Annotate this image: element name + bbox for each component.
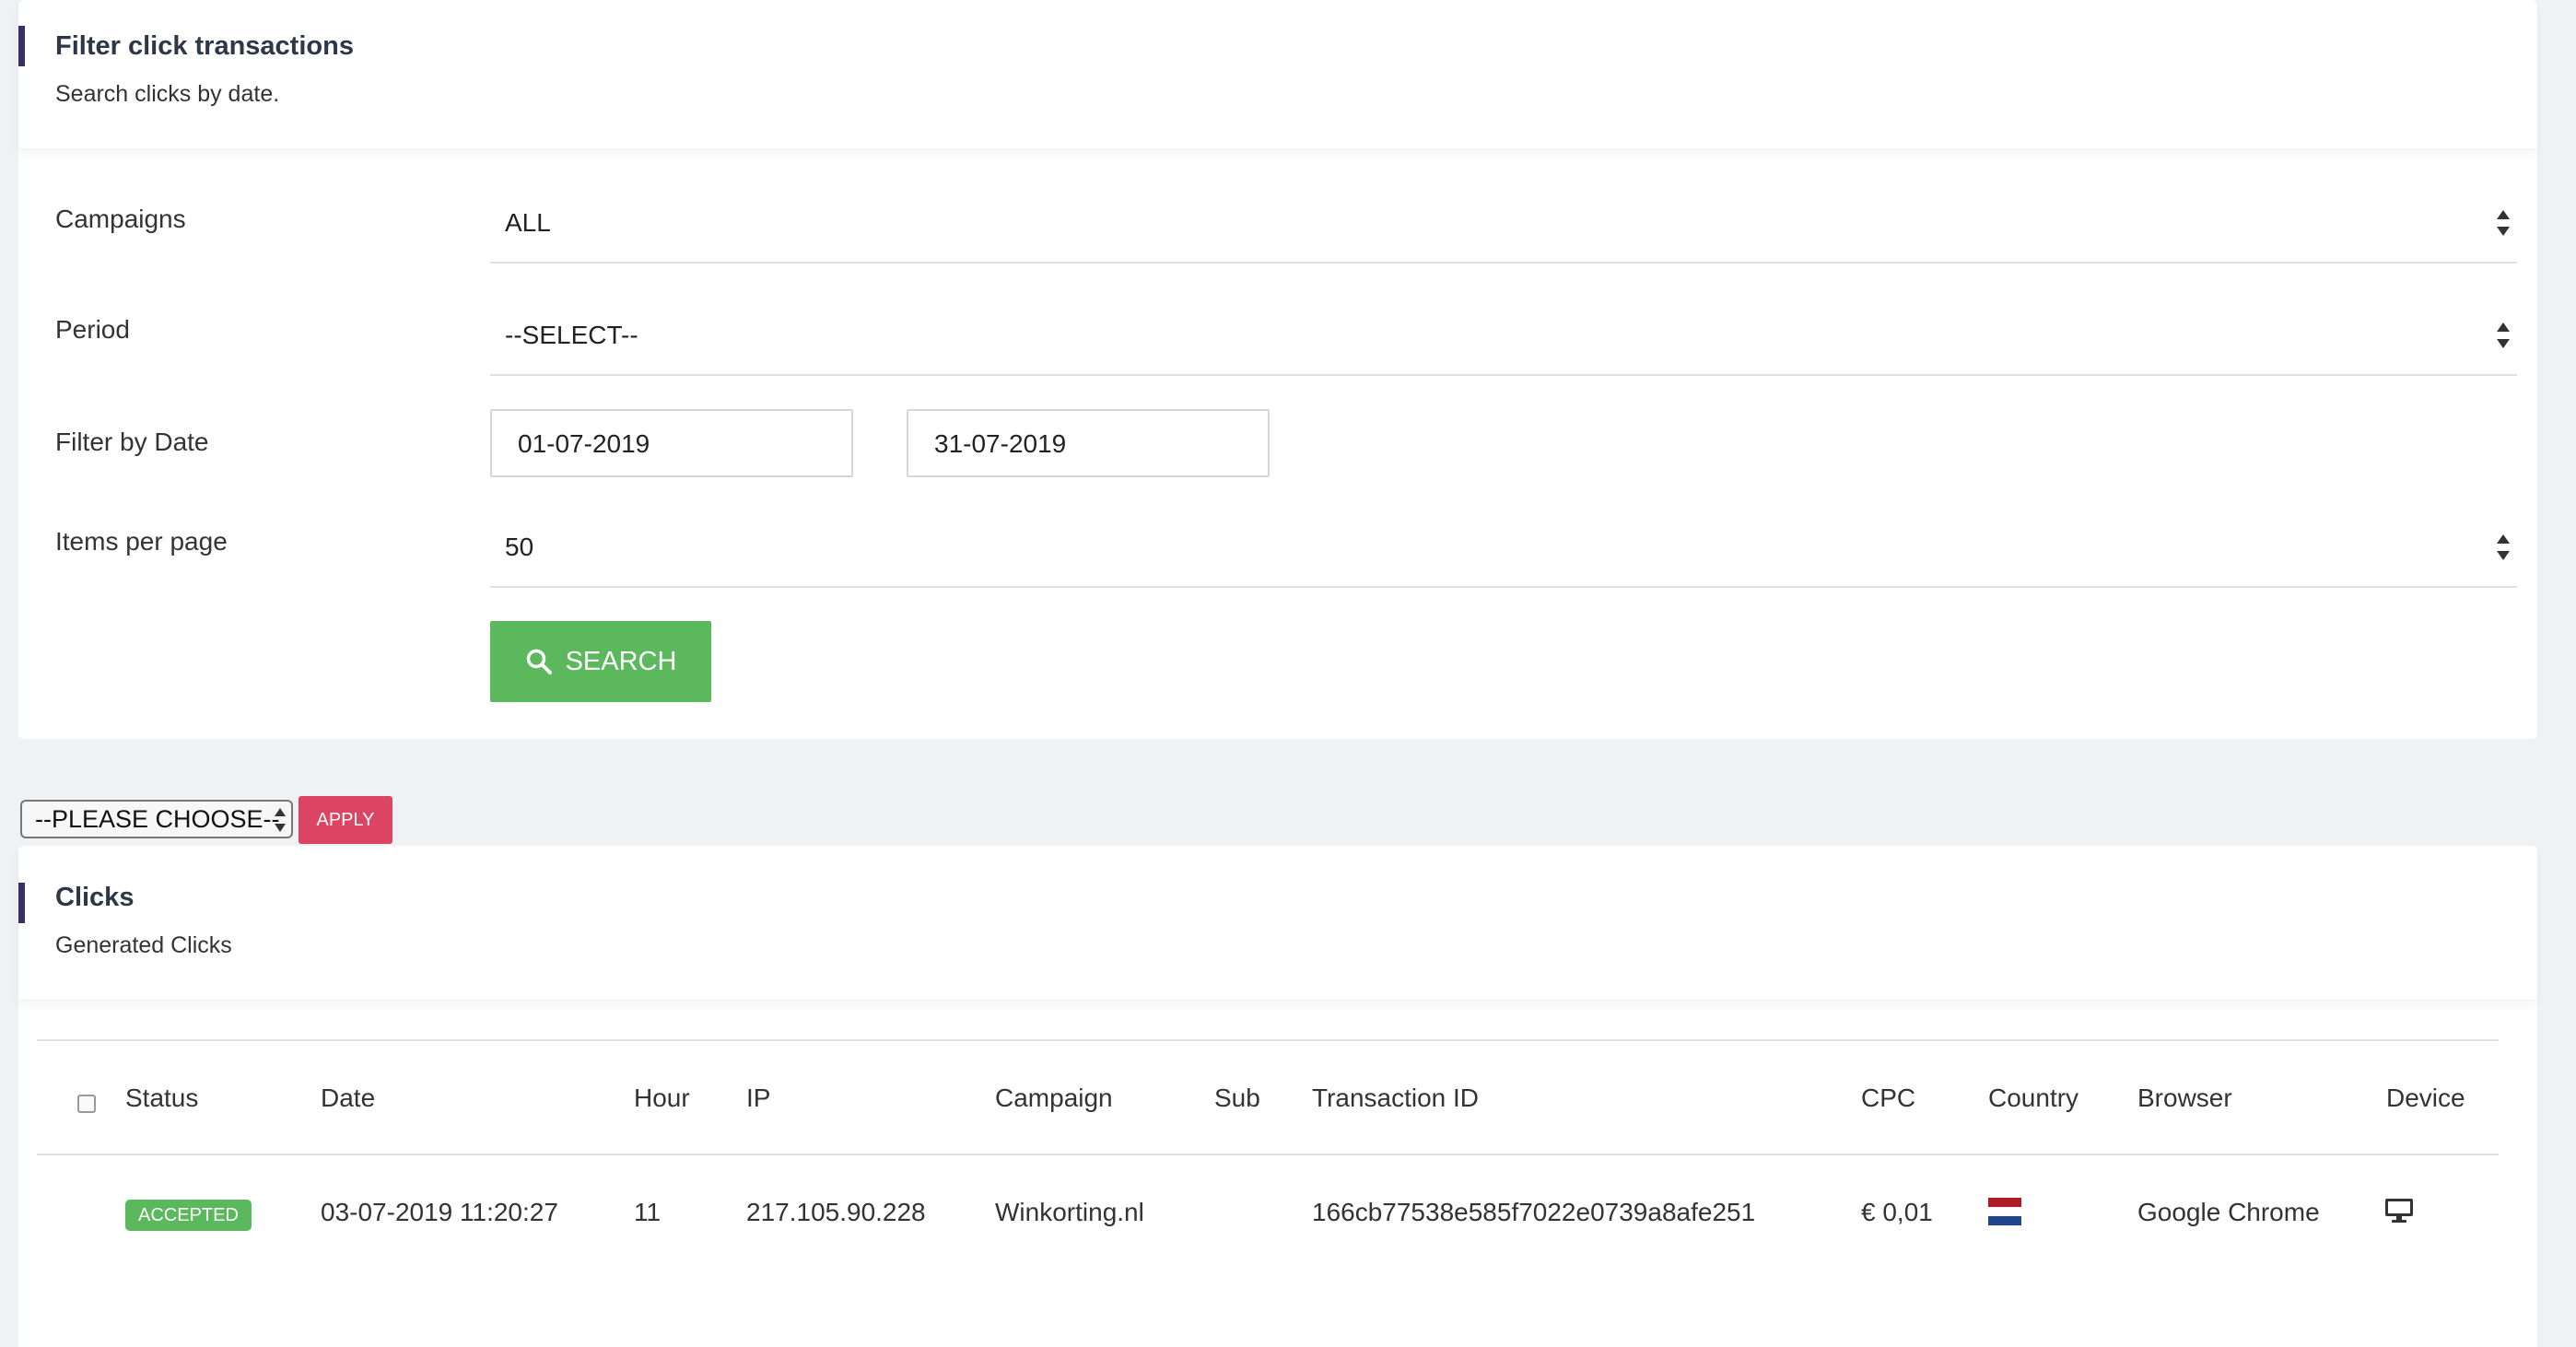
column-header-status[interactable]: Status: [125, 1083, 198, 1113]
column-header-sub[interactable]: Sub: [1214, 1083, 1260, 1113]
campaigns-label: Campaigns: [55, 205, 186, 233]
cell-campaign: Winkorting.nl: [995, 1198, 1144, 1226]
search-button[interactable]: SEARCH: [490, 621, 711, 702]
select-all-checkbox[interactable]: [77, 1095, 96, 1113]
table-header-border: [37, 1154, 2499, 1155]
filter-by-date-label: Filter by Date: [55, 428, 209, 456]
column-header-date[interactable]: Date: [321, 1083, 375, 1113]
filter-card: Filter click transactions Search clicks …: [18, 0, 2537, 739]
campaigns-select[interactable]: ALL: [490, 182, 2517, 264]
header-accent-bar: [18, 883, 25, 923]
filter-card-header: Filter click transactions Search clicks …: [18, 0, 2537, 149]
select-arrows-icon: [275, 808, 286, 832]
clicks-card-title: Clicks: [55, 883, 135, 912]
header-accent-bar: [18, 26, 25, 66]
period-select[interactable]: --SELECT--: [490, 295, 2517, 376]
date-from-input[interactable]: 01-07-2019: [490, 409, 853, 477]
filter-card-subtitle: Search clicks by date.: [55, 81, 280, 107]
clicks-card-header: Clicks Generated Clicks: [18, 846, 2537, 1001]
column-header-device[interactable]: Device: [2386, 1083, 2465, 1113]
desktop-icon: [2385, 1199, 2413, 1223]
column-header-ip[interactable]: IP: [746, 1083, 770, 1113]
select-arrows-icon: [2497, 322, 2510, 348]
table-top-border: [37, 1039, 2499, 1041]
period-select-value: --SELECT--: [505, 321, 638, 349]
date-to-input[interactable]: 31-07-2019: [907, 409, 1270, 477]
search-button-label: SEARCH: [565, 646, 677, 676]
status-badge: ACCEPTED: [125, 1200, 252, 1231]
bulk-action-select[interactable]: --PLEASE CHOOSE--: [20, 800, 293, 838]
cell-cpc: € 0,01: [1861, 1198, 1933, 1226]
period-label: Period: [55, 315, 130, 344]
apply-button[interactable]: APPLY: [299, 796, 392, 844]
filter-card-title: Filter click transactions: [55, 31, 354, 61]
items-per-page-value: 50: [505, 533, 534, 561]
netherlands-flag-icon: [1988, 1198, 2021, 1225]
items-per-page-select[interactable]: 50: [490, 507, 2517, 588]
cell-date: 03-07-2019 11:20:27: [321, 1198, 558, 1226]
select-arrows-icon: [2497, 210, 2510, 236]
clicks-card-subtitle: Generated Clicks: [55, 932, 232, 958]
cell-ip: 217.105.90.228: [746, 1198, 926, 1226]
column-header-campaign[interactable]: Campaign: [995, 1083, 1113, 1113]
cell-browser: Google Chrome: [2137, 1198, 2320, 1226]
items-per-page-label: Items per page: [55, 527, 228, 556]
search-icon: [526, 649, 552, 674]
cell-hour: 11: [634, 1198, 662, 1226]
column-header-country[interactable]: Country: [1988, 1083, 2078, 1113]
column-header-hour[interactable]: Hour: [634, 1083, 690, 1113]
column-header-browser[interactable]: Browser: [2137, 1083, 2232, 1113]
bulk-action-select-value: --PLEASE CHOOSE--: [35, 805, 280, 833]
column-header-cpc[interactable]: CPC: [1861, 1083, 1915, 1113]
campaigns-select-value: ALL: [505, 208, 551, 237]
cell-transaction-id: 166cb77538e585f7022e0739a8afe251: [1312, 1198, 1756, 1226]
column-header-transaction-id[interactable]: Transaction ID: [1312, 1083, 1479, 1113]
select-arrows-icon: [2497, 534, 2510, 560]
